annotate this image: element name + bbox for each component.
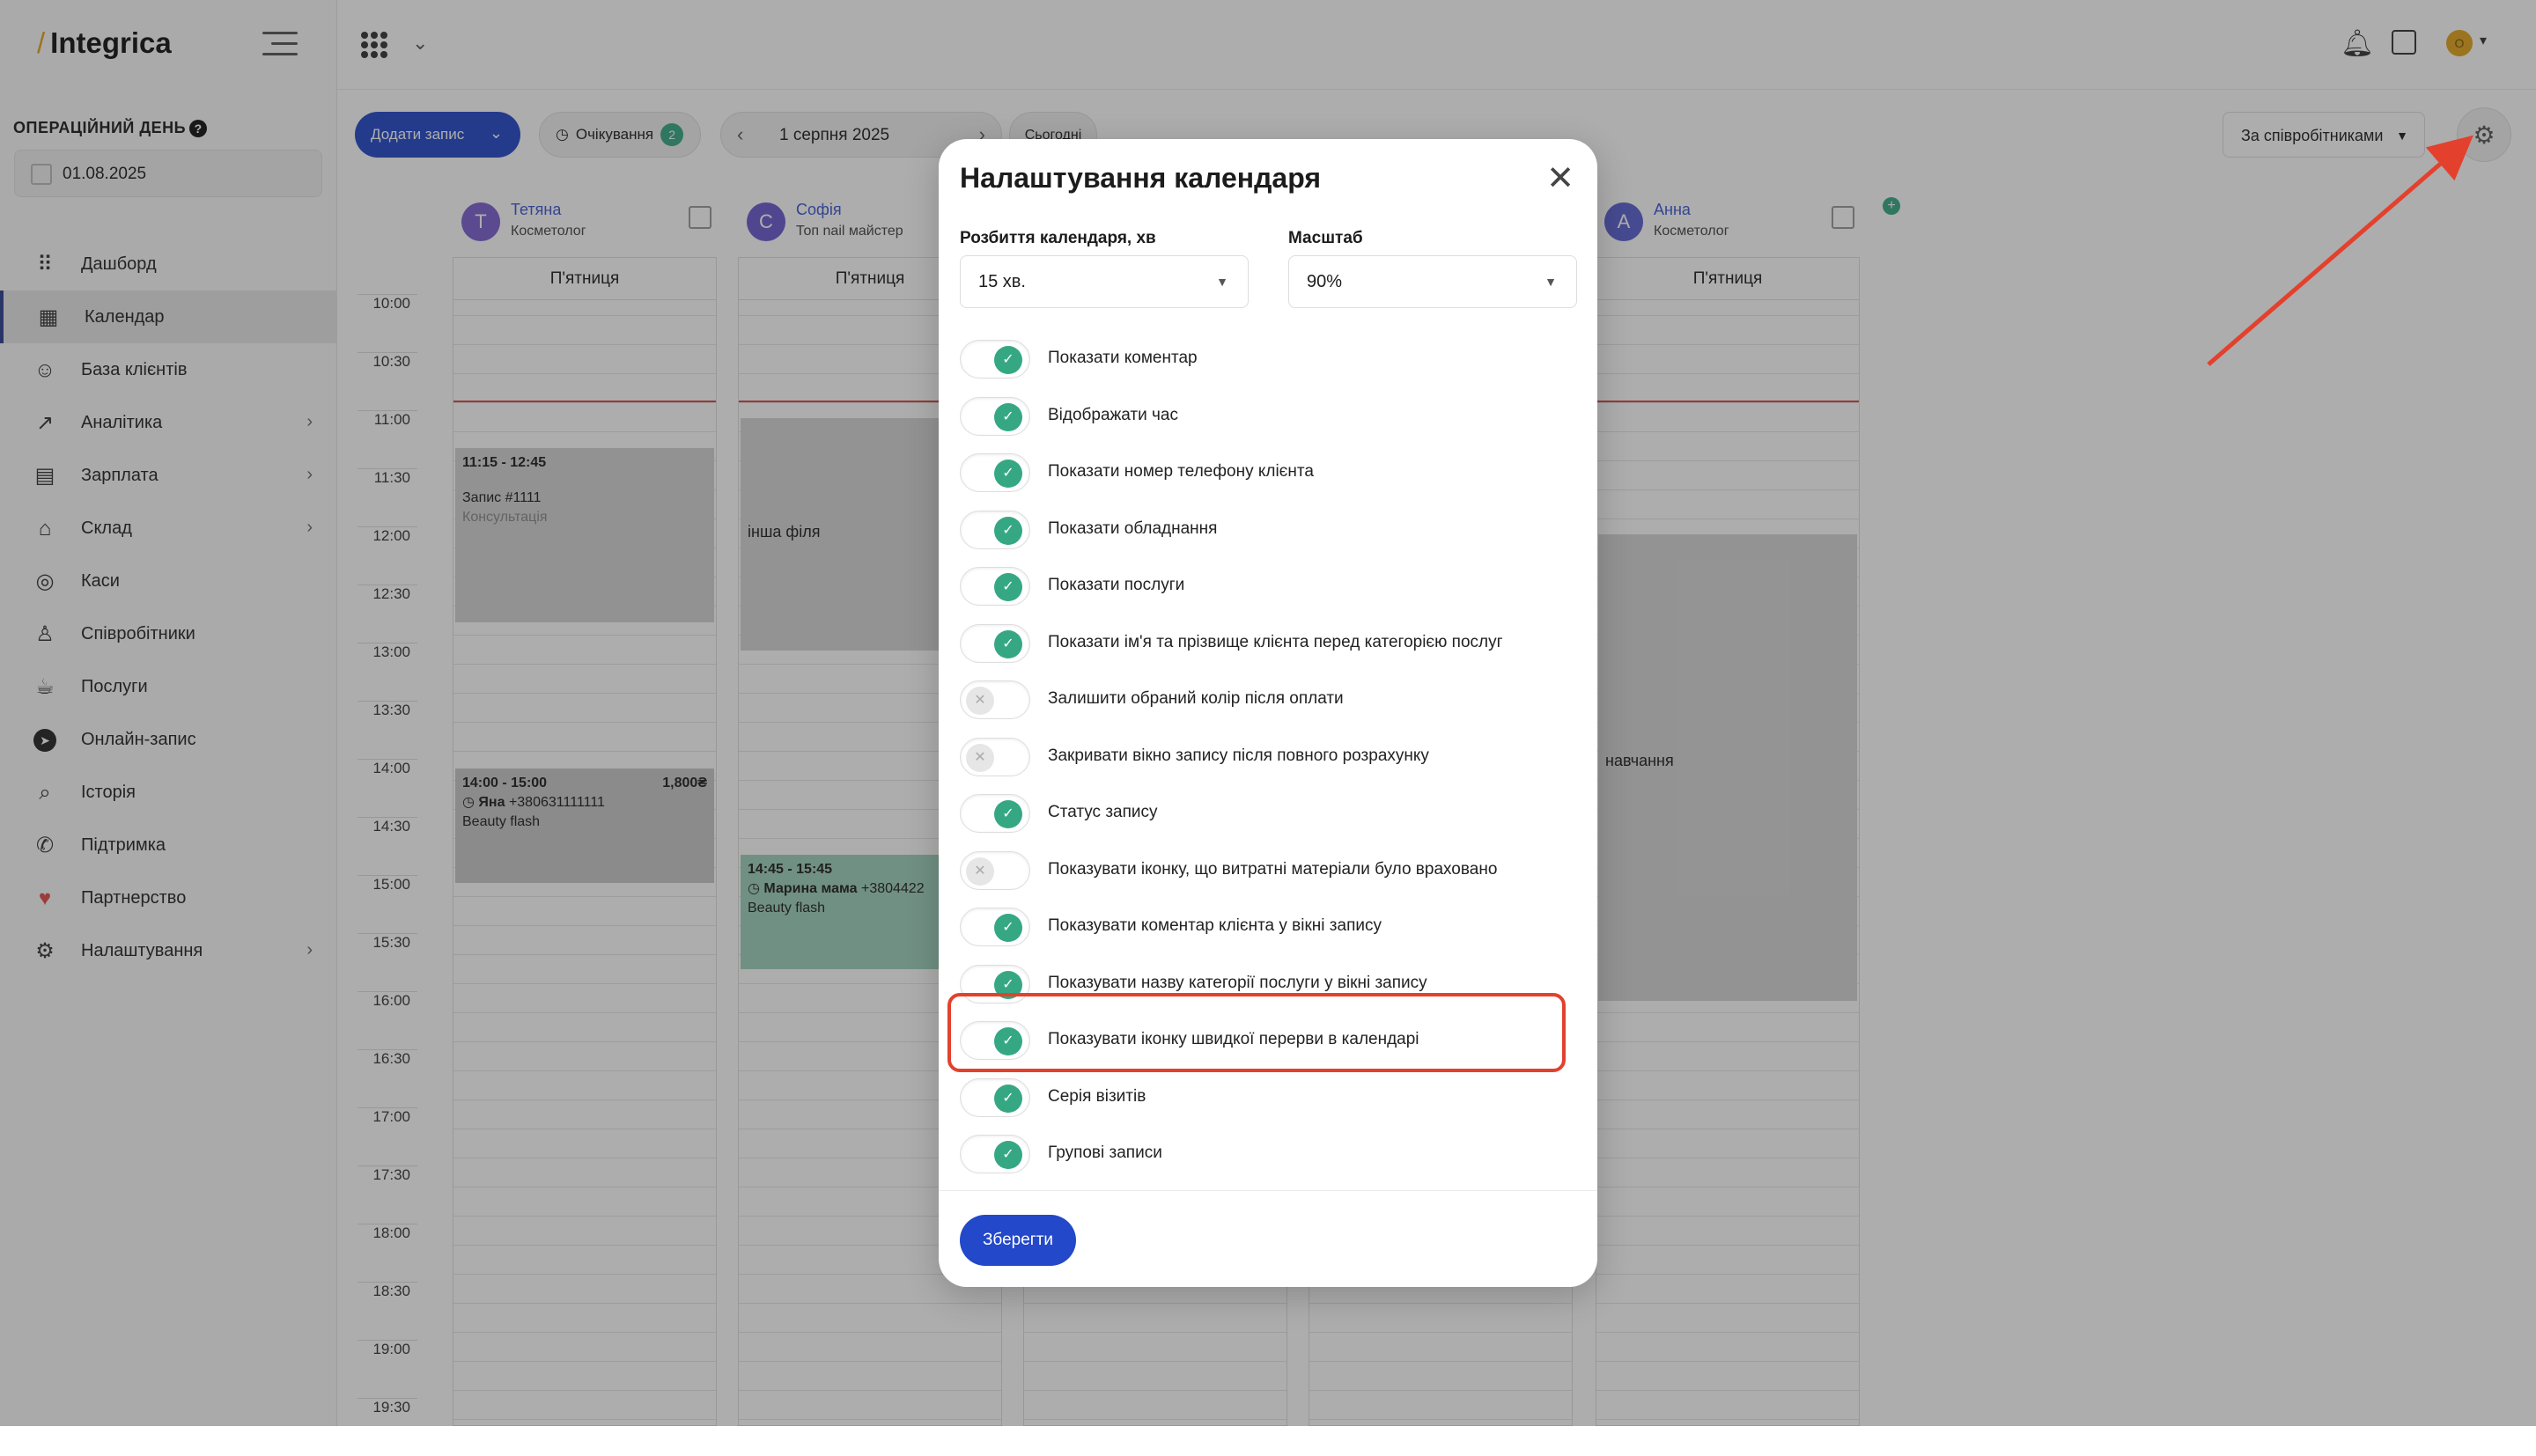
annotation-arrow — [2207, 135, 2473, 366]
